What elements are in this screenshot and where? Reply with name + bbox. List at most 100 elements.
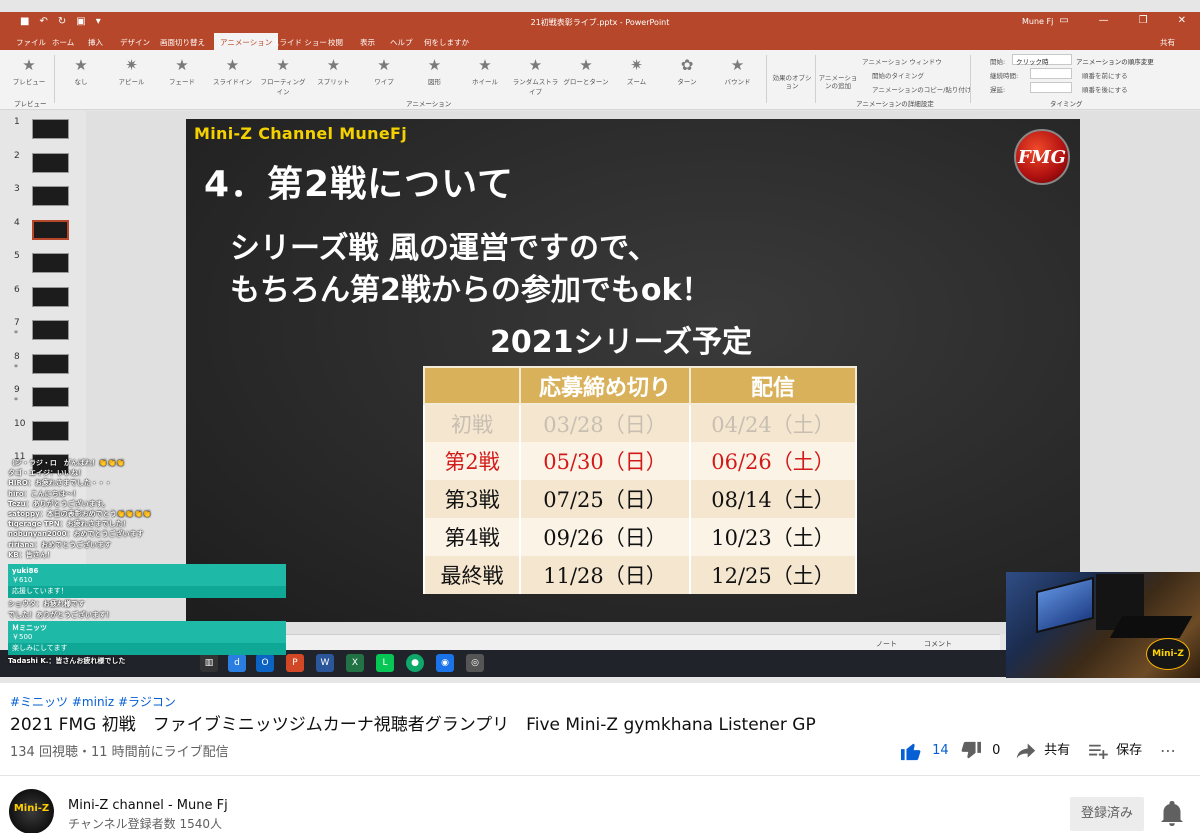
animation-option[interactable]: ★ ワイプ	[359, 54, 409, 94]
subscribed-button[interactable]: 登録済み	[1070, 797, 1144, 831]
chat-message: KB：皆さん！	[8, 550, 54, 559]
animation-option[interactable]: ★ スプリット	[309, 54, 359, 94]
ribbon: ★ プレビュー ★ なし ✷ アピール ★ フェード ★ スライドイン ★ フローティングイン ★ ス…	[0, 50, 1200, 110]
slide-thumbnail[interactable]: 1	[0, 111, 84, 141]
fmg-logo: FMG	[1014, 129, 1070, 185]
slide-number: 6	[14, 284, 20, 295]
line-icon[interactable]: L	[376, 654, 394, 672]
schedule-cell: 第2戦	[423, 442, 521, 480]
slide-thumbnail[interactable]: 2	[0, 145, 84, 175]
animation-star-icon: ★	[225, 56, 240, 74]
schedule-cell: 03/28（日）	[519, 404, 691, 442]
channel-avatar[interactable]: Mini-Z	[9, 789, 54, 833]
ribbon-tab[interactable]: ヘルプ	[390, 37, 413, 48]
animation-option-label: ターン	[677, 78, 697, 86]
slide: Mini-Z Channel MuneFj FMG 4．第2戦について シリーズ…	[186, 119, 1080, 622]
slide-thumbnail-image	[32, 119, 69, 139]
ribbon-tab[interactable]: 校閲	[328, 37, 343, 48]
slide-number: 8	[14, 351, 20, 362]
powerpoint-icon[interactable]: P	[286, 654, 304, 672]
outlook-icon[interactable]: O	[256, 654, 274, 672]
duration-input[interactable]	[1030, 68, 1072, 79]
animation-option[interactable]: ★ バウンド	[713, 54, 763, 94]
animation-option[interactable]: ★ なし	[56, 54, 106, 94]
animation-option[interactable]: ★ スライドイン	[208, 54, 258, 94]
start-select[interactable]: クリック時	[1012, 54, 1072, 66]
slide-thumbnail[interactable]: 3	[0, 178, 84, 208]
preview-button[interactable]: ★ プレビュー	[4, 54, 54, 94]
ribbon-tab[interactable]: アニメーション	[214, 33, 279, 50]
delay-input[interactable]	[1030, 82, 1072, 93]
share-button[interactable]: 共有	[1016, 738, 1070, 764]
slide-thumbnail[interactable]: 6	[0, 279, 84, 309]
restore-icon[interactable]: ❐	[1139, 15, 1148, 26]
animation-painter-button[interactable]: アニメーションのコピー/貼り付け	[872, 84, 971, 94]
ribbon-tab[interactable]: 挿入	[88, 37, 103, 48]
animation-option[interactable]: ✷ ズーム	[612, 54, 662, 94]
animation-option-label: スプリット	[317, 78, 350, 86]
animation-option[interactable]: ★ 図形	[410, 54, 460, 94]
add-animation-button[interactable]: アニメーションの追加	[818, 74, 858, 90]
ribbon-tab[interactable]: デザイン	[120, 37, 150, 48]
video-title: 2021 FMG 初戦 ファイブミニッツジムカーナ視聴者グランプリ Five M…	[10, 715, 816, 735]
view-count-and-date: 134 回視聴・11 時間前にライブ配信	[10, 745, 229, 760]
chat-app-icon[interactable]: ●	[406, 654, 424, 672]
animation-option[interactable]: ✷ アピール	[107, 54, 157, 94]
ribbon-tab[interactable]: 画面切り替え	[160, 37, 205, 48]
schedule-row: 最終戦 11/28（日） 12/25（土）	[423, 556, 857, 594]
slide-thumbnail[interactable]: 9 *	[0, 379, 84, 409]
share-button[interactable]: 共有	[1160, 37, 1175, 48]
slide-line-1: シリーズ戦 風の運営ですので、	[230, 231, 658, 266]
excel-icon[interactable]: X	[346, 654, 364, 672]
notification-bell-icon[interactable]	[1160, 801, 1184, 827]
schedule-cell: 最終戦	[423, 556, 521, 594]
slide-thumbnail[interactable]: 10	[0, 413, 84, 443]
slide-thumbnail-image	[32, 253, 69, 273]
animation-option-label: アピール	[118, 78, 145, 86]
slide-thumbnail[interactable]: 7 *	[0, 312, 84, 342]
ribbon-tab[interactable]: ファイル	[16, 37, 46, 48]
animation-option[interactable]: ★ フェード	[157, 54, 207, 94]
trigger-button[interactable]: 開始のタイミング	[872, 70, 924, 80]
animation-option[interactable]: ✿ ターン	[662, 54, 712, 94]
animation-option[interactable]: ★ フローティングイン	[258, 54, 308, 96]
super-chat: Ｍミニッツ ￥500 楽しみにしてます	[8, 621, 286, 655]
channel-name[interactable]: Mini-Z channel - Mune Fj	[68, 798, 228, 813]
move-earlier-button[interactable]: 順番を前にする	[1082, 70, 1128, 80]
ribbon-display-icon[interactable]: ▭	[1059, 15, 1068, 26]
camera-app-icon[interactable]: ◎	[466, 654, 484, 672]
word-icon[interactable]: W	[316, 654, 334, 672]
slide-thumbnail-image	[32, 186, 69, 206]
ribbon-tab[interactable]: ホーム	[52, 37, 74, 48]
dislike-count: 0	[992, 743, 1001, 758]
animation-option[interactable]: ★ ランダムストライプ	[511, 54, 561, 96]
minimize-icon[interactable]: —	[1099, 15, 1109, 26]
animation-option[interactable]: ★ グローとターン	[561, 54, 611, 94]
notes-button[interactable]: ノート	[876, 639, 897, 649]
slide-channel-label: Mini-Z Channel MuneFj	[194, 124, 407, 143]
slide-thumbnail[interactable]: 5	[0, 245, 84, 275]
slide-thumbnail[interactable]: 4	[0, 212, 84, 242]
dislike-button[interactable]: 0	[960, 738, 1000, 764]
app-d-icon[interactable]: d	[228, 654, 246, 672]
more-actions-icon[interactable]: ⋯	[1160, 738, 1176, 764]
animation-pane-button[interactable]: アニメーション ウィンドウ	[862, 56, 942, 66]
ribbon-tab[interactable]: スライド ショー	[272, 37, 327, 48]
browser-icon[interactable]: ◉	[436, 654, 454, 672]
like-button[interactable]: 14	[900, 738, 949, 764]
preview-button-label: プレビュー	[12, 78, 46, 86]
ribbon-tab[interactable]: 表示	[360, 37, 375, 48]
close-icon[interactable]: ✕	[1178, 15, 1186, 26]
ribbon-tab[interactable]: 何をしますか	[424, 37, 469, 48]
ppt-title-bar: ■ ↶ ↻ ▣ ▾ 21初戦表彰ライブ.pptx - PowerPoint Mu…	[0, 12, 1200, 32]
preview-star-icon: ★	[22, 56, 36, 74]
comments-button[interactable]: コメント	[924, 639, 952, 649]
animation-option[interactable]: ★ ホイール	[460, 54, 510, 94]
move-later-button[interactable]: 順番を後にする	[1082, 84, 1128, 94]
video-player[interactable]: ■ ↶ ↻ ▣ ▾ 21初戦表彰ライブ.pptx - PowerPoint Mu…	[0, 0, 1200, 683]
save-button[interactable]: 保存	[1088, 738, 1142, 764]
like-count: 14	[932, 743, 949, 758]
effect-options-button[interactable]: 効果のオプション	[772, 74, 812, 90]
video-hashtags[interactable]: #ミニッツ #miniz #ラジコン	[10, 693, 176, 710]
slide-thumbnail[interactable]: 8 *	[0, 346, 84, 376]
